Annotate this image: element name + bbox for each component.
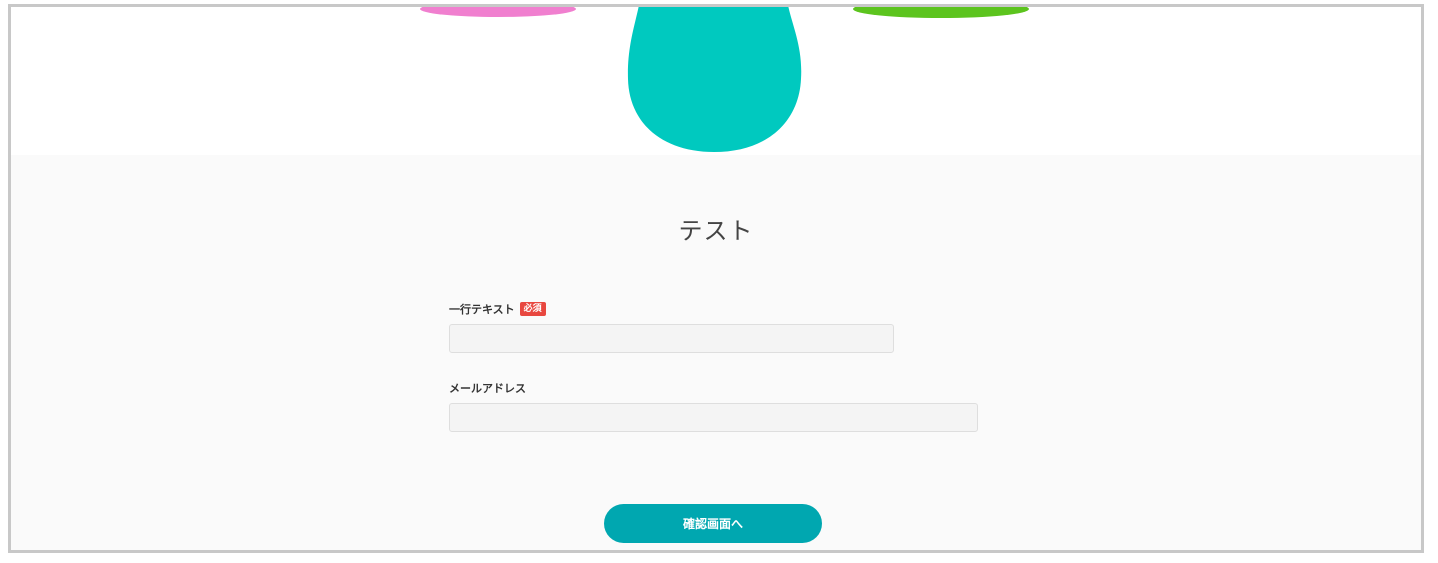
confirm-screen-button[interactable]: 確認画面へ <box>604 504 822 543</box>
hero-banner <box>11 7 1421 155</box>
required-badge: 必須 <box>519 302 546 316</box>
form-section: テスト 一行テキスト 必須 メールアドレス 確認画面へ <box>11 155 1421 550</box>
email-label-text: メールアドレス <box>449 382 526 395</box>
hero-drops-illustration <box>420 7 1029 152</box>
single-line-text-label-text: 一行テキスト <box>449 303 515 316</box>
pink-drop-shape <box>420 7 576 17</box>
single-line-text-input[interactable] <box>449 324 894 353</box>
email-label: メールアドレス <box>449 380 526 396</box>
teal-drop-shape <box>627 7 802 152</box>
browser-viewport: テスト 一行テキスト 必須 メールアドレス 確認画面へ <box>8 4 1424 553</box>
form-title: テスト <box>678 217 754 245</box>
green-drop-shape <box>853 7 1029 18</box>
email-input[interactable] <box>449 403 978 432</box>
single-line-text-label: 一行テキスト 必須 <box>449 301 546 317</box>
